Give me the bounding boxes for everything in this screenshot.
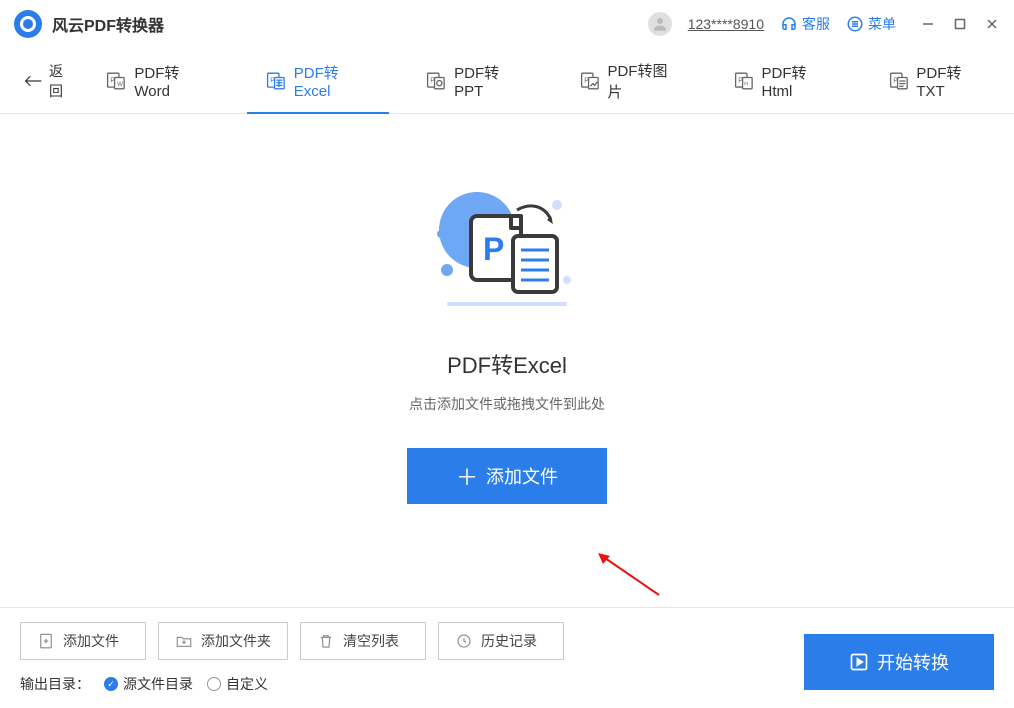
title-bar: 风云PDF转换器 123****8910 客服 菜单 [0,0,1014,48]
btn-label: 添加文件夹 [201,631,271,651]
back-button[interactable]: 返回 [24,61,75,101]
plus-icon: ＋ [456,460,478,492]
drop-title: PDF转Excel [447,348,567,380]
radio-label: 自定义 [226,674,268,694]
clear-list-button[interactable]: 清空列表 [300,622,426,660]
svg-text:H: H [744,81,748,87]
tab-label: PDF转TXT [916,62,986,100]
user-id-link[interactable]: 123****8910 [688,16,764,32]
trash-icon [317,632,335,650]
pdf-word-icon: PW [105,70,126,92]
pdf-image-icon: P [579,70,600,92]
clock-icon [455,632,473,650]
pdf-ppt-icon: P [425,70,446,92]
tab-pdf-html[interactable]: PH PDF转Html [729,49,838,113]
arrow-left-icon [24,74,43,88]
start-convert-button[interactable]: 开始转换 [804,634,994,690]
start-label: 开始转换 [877,649,949,675]
menu-icon [846,15,864,33]
radio-dot-icon [207,677,221,691]
close-button[interactable] [984,16,1000,32]
tab-label: PDF转Html [762,62,834,100]
pdf-html-icon: PH [733,70,754,92]
output-dir-label: 输出目录： [20,674,90,694]
btn-label: 清空列表 [343,631,399,651]
app-logo [14,10,42,38]
tab-label: PDF转PPT [454,62,524,100]
pdf-excel-icon: P [265,70,286,92]
btn-label: 添加文件 [63,631,119,651]
radio-dot-icon [104,677,118,691]
add-file-label: 添加文件 [486,463,558,489]
file-plus-icon [37,632,55,650]
menu-label: 菜单 [868,14,896,34]
back-label: 返回 [49,61,76,101]
add-folder-button[interactable]: 添加文件夹 [158,622,288,660]
play-icon [849,652,869,672]
add-file-button-main[interactable]: ＋ 添加文件 [407,448,607,504]
illustration: P [417,170,597,320]
tab-label: PDF转Word [134,62,210,100]
radio-label: 源文件目录 [123,674,193,694]
minimize-button[interactable] [920,16,936,32]
add-file-button[interactable]: 添加文件 [20,622,146,660]
tab-pdf-ppt[interactable]: P PDF转PPT [421,49,528,113]
tab-pdf-excel[interactable]: P PDF转Excel [261,49,375,113]
window-controls [920,16,1000,32]
customer-service-link[interactable]: 客服 [780,14,830,34]
menu-link[interactable]: 菜单 [846,14,896,34]
avatar-icon[interactable] [648,12,672,36]
history-button[interactable]: 历史记录 [438,622,564,660]
customer-service-label: 客服 [802,14,830,34]
radio-custom-dir[interactable]: 自定义 [207,674,268,694]
tab-bar: 返回 PW PDF转Word P PDF转Excel P PDF转PPT P P… [0,48,1014,114]
svg-text:W: W [118,81,124,88]
app-title: 风云PDF转换器 [52,12,164,36]
btn-label: 历史记录 [481,631,537,651]
folder-plus-icon [175,632,193,650]
drop-area[interactable]: P PDF转Excel 点击添加文件或拖拽文件到此处 ＋ 添加文件 [0,114,1014,604]
drop-subtitle: 点击添加文件或拖拽文件到此处 [409,394,605,414]
pdf-txt-icon: P [888,70,909,92]
tab-label: PDF转Excel [294,62,372,100]
footer: 添加文件 添加文件夹 清空列表 历史记录 输出目录： 源文件目录 自定义 开始转… [0,607,1014,708]
headset-icon [780,15,798,33]
tab-pdf-image[interactable]: P PDF转图片 [575,49,683,113]
radio-source-dir[interactable]: 源文件目录 [104,674,193,694]
maximize-button[interactable] [952,16,968,32]
tab-pdf-word[interactable]: PW PDF转Word [101,49,214,113]
tab-pdf-txt[interactable]: P PDF转TXT [884,49,990,113]
tab-label: PDF转图片 [607,60,678,102]
svg-text:P: P [483,231,504,267]
